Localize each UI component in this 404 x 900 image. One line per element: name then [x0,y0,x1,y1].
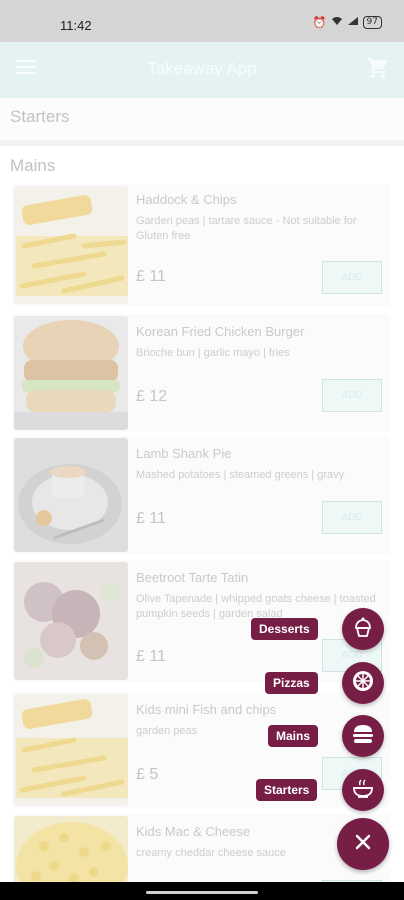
close-icon [354,833,372,856]
menu-item-card[interactable]: Beetroot Tarte Tatin Olive Tapenade | wh… [12,560,390,682]
item-name: Beetroot Tarte Tatin [136,570,249,585]
add-button[interactable]: ADD [322,379,382,412]
item-name: Kids mini Fish and chips [136,702,277,717]
menu-item-card[interactable]: Kids mini Fish and chips garden peas £ 5… [12,692,390,808]
item-name: Kids Mac & Cheese [136,824,251,839]
fab-label-starters[interactable]: Starters [256,779,318,801]
status-time: 11:42 [60,18,92,33]
battery-icon: 97 [362,16,382,29]
cart-icon[interactable] [366,56,390,80]
add-button[interactable]: ADD [322,261,382,294]
section-divider [0,140,404,146]
fab-pizzas-button[interactable] [342,662,384,704]
item-name: Lamb Shank Pie [136,446,232,461]
food-image-chicken-burger [14,316,128,430]
item-price: £ 5 [136,766,159,783]
cupcake-icon [352,616,374,643]
status-bar: 11:42 ⏰ 97 [0,0,404,42]
pizza-icon [351,669,375,698]
fab-mains-button[interactable] [342,715,384,757]
menu-item-card[interactable]: Haddock & Chips Garden peas | tartare sa… [12,184,390,306]
section-starters-label: Starters [10,107,70,126]
fab-desserts-button[interactable] [342,608,384,650]
menu-item-card[interactable]: Lamb Shank Pie Mashed potatoes | steamed… [12,436,390,554]
item-price: £ 11 [136,510,166,527]
item-description: Garden peas | tartare sauce - Not suitab… [136,215,357,242]
item-description: Mashed potatoes | steamed greens | gravy [136,469,345,481]
fab-close-button[interactable] [337,818,389,870]
fab-label-desserts[interactable]: Desserts [251,618,318,640]
item-description: Brioche bun | garlic mayo | fries [136,347,290,359]
add-button[interactable]: ADD [322,501,382,534]
item-name: Haddock & Chips [136,192,237,207]
food-image-beetroot-tarte [14,562,128,680]
navigation-bar [0,882,404,900]
fab-label-mains[interactable]: Mains [268,725,319,747]
wifi-icon [331,16,343,29]
alarm-icon: ⏰ [312,16,327,29]
item-name: Korean Fried Chicken Burger [136,324,305,339]
food-image-haddock [14,186,128,304]
app-title: Takeaway App [147,59,257,78]
fab-starters-button[interactable] [342,769,384,811]
signal-icon [347,16,359,29]
status-icons: ⏰ 97 [313,16,382,29]
soup-bowl-icon [351,776,375,805]
item-price: £ 12 [136,388,168,405]
item-price: £ 11 [136,648,166,665]
food-image-lamb-pie [14,438,128,552]
item-price: £ 11 [136,268,166,285]
section-starters[interactable]: Starters [0,98,404,140]
section-mains-label: Mains [10,156,56,175]
fab-label-pizzas[interactable]: Pizzas [265,672,318,694]
food-image-kids-fish [14,694,128,806]
menu-item-card[interactable]: Korean Fried Chicken Burger Brioche bun … [12,314,390,432]
burger-icon [351,722,375,751]
app-bar: Takeaway App [0,42,404,98]
home-gesture-handle[interactable] [146,891,258,894]
